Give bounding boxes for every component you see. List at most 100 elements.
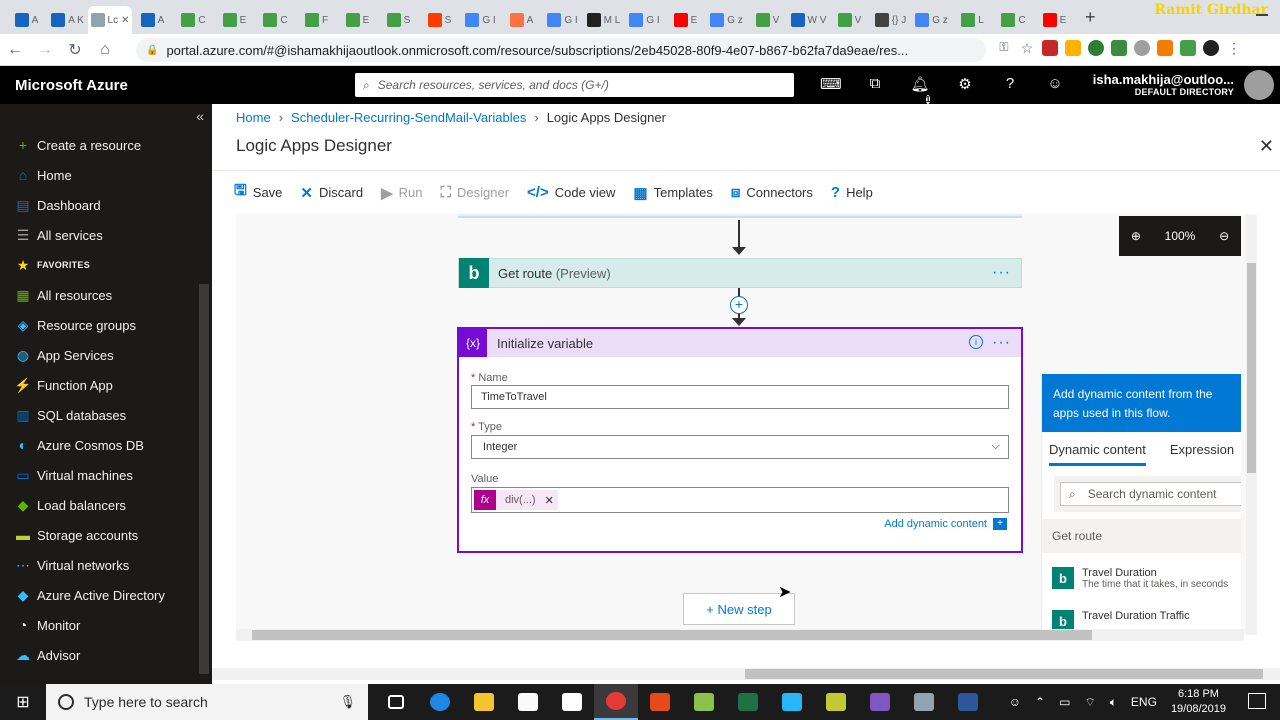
close-icon[interactable]: ✕ — [1259, 136, 1274, 157]
language-indicator[interactable]: ENG — [1131, 695, 1157, 709]
browser-tab[interactable]: W V — [788, 6, 829, 34]
help-button[interactable]: ? Help — [831, 184, 873, 201]
sidebar-item-all-resources[interactable]: ▦ All resources — [14, 287, 112, 303]
breadcrumb-home[interactable]: Home — [236, 110, 271, 125]
tab-dynamic-content[interactable]: Dynamic content — [1049, 442, 1146, 466]
more-options-icon[interactable]: ··· — [992, 334, 1011, 352]
templates-button[interactable]: ▦ Templates — [633, 184, 712, 202]
sidebar-item-create-a-resource[interactable]: + Create a resource — [14, 137, 141, 153]
extension-icon[interactable] — [1203, 40, 1219, 56]
remove-token-icon[interactable]: ✕ — [545, 494, 554, 507]
more-options-icon[interactable]: ··· — [992, 264, 1011, 282]
extension-icon[interactable] — [1065, 40, 1081, 56]
browser-tab[interactable]: E — [337, 6, 378, 34]
menu-icon[interactable]: ⋮ — [1226, 40, 1242, 57]
extension-icon[interactable] — [1111, 40, 1127, 56]
connectors-button[interactable]: ⧈ Connectors — [731, 184, 813, 201]
word-icon[interactable] — [946, 684, 990, 720]
canvas-horizontal-scrollbar[interactable] — [236, 629, 1244, 641]
sidebar-scrollbar[interactable] — [199, 284, 209, 674]
sidebar-item-function-app[interactable]: ⚡ Function App — [14, 377, 113, 393]
designer-button[interactable]: ⛶ Designer — [440, 184, 509, 201]
discard-button[interactable]: ✕ Discard — [300, 184, 363, 202]
browser-tab[interactable]: V — [829, 6, 870, 34]
browser-tab[interactable]: C — [993, 6, 1034, 34]
browser-tab[interactable]: S — [419, 6, 460, 34]
browser-tab[interactable]: C — [255, 6, 296, 34]
sidebar-item-home[interactable]: ⌂ Home — [14, 167, 72, 183]
initialize-variable-header[interactable]: {x} Initialize variable i ··· — [459, 329, 1021, 357]
star-icon[interactable]: ☆ — [1019, 40, 1035, 57]
browser-tab[interactable]: E — [665, 6, 706, 34]
initialize-variable-card[interactable]: {x} Initialize variable i ··· * Name Tim… — [457, 327, 1023, 553]
notepad-plus-icon[interactable] — [682, 684, 726, 720]
sidebar-item-all-services[interactable]: ☰ All services — [14, 227, 103, 243]
browser-tab[interactable]: E — [214, 6, 255, 34]
code-view-button[interactable]: </> Code view — [527, 184, 615, 201]
browser-tab[interactable]: A — [132, 6, 173, 34]
scrollbar-thumb[interactable] — [252, 630, 1092, 640]
browser-tab[interactable]: A — [501, 6, 542, 34]
browser-tab[interactable]: Lc ✕ — [88, 6, 132, 34]
previous-step-card[interactable] — [458, 214, 1022, 218]
run-button[interactable]: ▶ Run — [381, 184, 422, 202]
expression-token[interactable]: fx div(...) ✕ — [474, 490, 558, 510]
variable-value-field[interactable]: fx div(...) ✕ — [471, 487, 1009, 513]
tab-expression[interactable]: Expression — [1170, 442, 1234, 466]
browser-tab[interactable]: E — [1034, 6, 1075, 34]
sidebar-item-advisor[interactable]: ☁ Advisor — [14, 647, 80, 663]
browser-tab[interactable]: C — [173, 6, 214, 34]
list-item[interactable]: b Travel Duration The time that it takes,… — [1052, 567, 1228, 590]
insert-step-plus-icon[interactable]: + — [730, 296, 748, 314]
avatar[interactable] — [1244, 70, 1274, 100]
browser-tab[interactable]: {} J — [870, 6, 911, 34]
browser-tab[interactable]: G I — [542, 6, 583, 34]
powershell-icon[interactable] — [770, 684, 814, 720]
browser-tab[interactable]: M L — [583, 6, 624, 34]
camtasia-icon[interactable] — [638, 684, 682, 720]
designer-canvas[interactable]: b Get route (Preview) ··· + {x} Initiali… — [236, 214, 1256, 634]
variable-type-select[interactable]: Integer ⌵ — [471, 435, 1009, 459]
extension-icon[interactable] — [1180, 40, 1196, 56]
edge-icon[interactable] — [418, 684, 462, 720]
sidebar-item-monitor[interactable]: ◔ Monitor — [14, 617, 81, 633]
reload-icon[interactable]: ↻ — [60, 40, 90, 60]
store-icon[interactable] — [506, 684, 550, 720]
zoom-in-icon[interactable]: ⊕ — [1131, 229, 1141, 243]
sidebar-item-app-services[interactable]: ◍ App Services — [14, 347, 114, 363]
sidebar-item-azure-cosmos-db[interactable]: ◐ Azure Cosmos DB — [14, 437, 144, 453]
sidebar-item-storage-accounts[interactable]: ▬ Storage accounts — [14, 527, 138, 543]
scrollbar-thumb[interactable] — [1247, 263, 1256, 473]
azure-brand[interactable]: Microsoft Azure — [15, 77, 128, 94]
browser-tab[interactable]: G z — [706, 6, 747, 34]
browser-tab[interactable]: G I — [624, 6, 665, 34]
sidebar-item-resource-groups[interactable]: ◈ Resource groups — [14, 317, 136, 333]
forward-icon[interactable]: → — [30, 41, 60, 59]
mail-icon[interactable] — [550, 684, 594, 720]
page-horizontal-scrollbar[interactable] — [212, 668, 1280, 680]
taskbar-search-input[interactable]: Type here to search 🎙︎ — [46, 684, 368, 720]
chrome-icon[interactable] — [594, 684, 638, 720]
wifi-icon[interactable]: ⌔ — [1084, 695, 1095, 710]
volume-icon[interactable]: 🔈︎ — [1110, 695, 1117, 710]
extension-icon[interactable] — [1157, 40, 1173, 56]
extension-icon[interactable] — [1134, 40, 1150, 56]
browser-tab[interactable]: F — [296, 6, 337, 34]
sidebar-item-load-balancers[interactable]: ◆ Load balancers — [14, 497, 126, 513]
collapse-sidebar-icon[interactable]: « — [196, 108, 204, 124]
info-icon[interactable]: i — [969, 335, 983, 349]
sidebar-item-sql-databases[interactable]: ▥ SQL databases — [14, 407, 126, 423]
file-explorer-icon[interactable] — [462, 684, 506, 720]
clock[interactable]: 6:18 PM 19/08/2019 — [1171, 687, 1226, 717]
extension-icon[interactable] — [1088, 40, 1104, 56]
breadcrumb-logic-app[interactable]: Scheduler-Recurring-SendMail-Variables — [291, 110, 526, 125]
network-app-icon[interactable] — [902, 684, 946, 720]
get-route-card[interactable]: b Get route (Preview) ··· — [458, 258, 1022, 288]
add-dynamic-content-link[interactable]: Add dynamic content + — [884, 518, 1007, 530]
zoom-out-icon[interactable]: ⊖ — [1219, 229, 1229, 243]
sidebar-item-virtual-machines[interactable]: ▭ Virtual machines — [14, 467, 133, 483]
action-center-icon[interactable] — [1248, 693, 1266, 709]
people-icon[interactable]: ☺ — [1009, 695, 1021, 709]
canvas-vertical-scrollbar[interactable] — [1246, 215, 1257, 635]
variable-name-field[interactable]: TimeToTravel — [471, 385, 1009, 409]
